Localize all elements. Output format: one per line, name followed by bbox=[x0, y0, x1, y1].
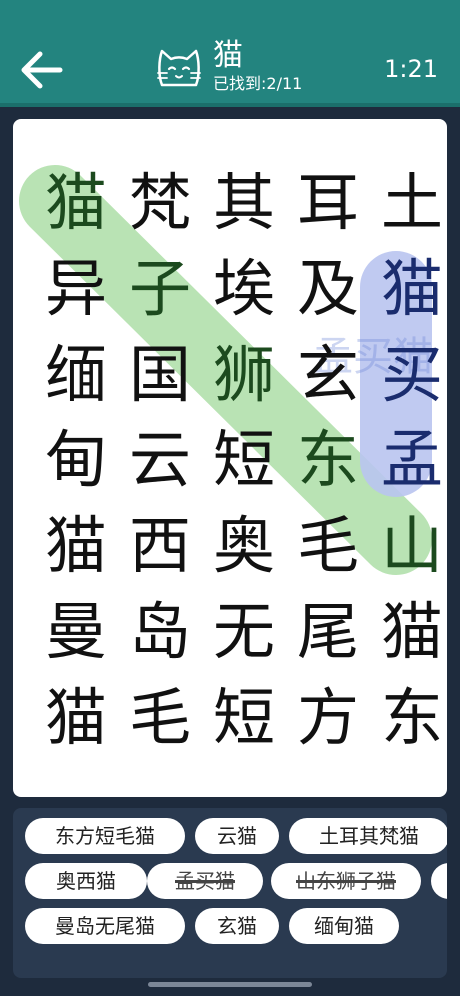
grid-cell[interactable]: 东 bbox=[369, 675, 447, 761]
word-chip: 曼岛无尾猫 bbox=[25, 908, 185, 944]
cat-face-icon bbox=[157, 49, 201, 87]
grid-cell[interactable]: 猫 bbox=[33, 160, 119, 246]
found-progress-label: 已找到: bbox=[213, 74, 267, 93]
grid-cell[interactable]: 短 bbox=[201, 417, 287, 503]
word-chip: 奥西猫 bbox=[25, 863, 147, 899]
category-title: 猫 bbox=[213, 38, 243, 73]
grid-cell[interactable]: 猫 bbox=[33, 675, 119, 761]
word-chip-label: 山东狮子猫 bbox=[296, 869, 396, 893]
grid-cell[interactable]: 玄 bbox=[285, 332, 371, 418]
grid-cell[interactable]: 耳 bbox=[285, 160, 371, 246]
grid-cell[interactable]: 曼 bbox=[33, 589, 119, 675]
found-progress-value: 2/11 bbox=[266, 74, 303, 93]
grid-cell[interactable]: 孟 bbox=[369, 417, 447, 503]
grid-cell[interactable]: 买 bbox=[369, 332, 447, 418]
word-chip-label: 奥西猫 bbox=[56, 869, 116, 893]
grid-cell[interactable]: 西 bbox=[117, 503, 203, 589]
grid-cell[interactable]: 猫 bbox=[369, 246, 447, 332]
grid-cell[interactable]: 短 bbox=[201, 675, 287, 761]
letter-grid[interactable]: 猫梵其耳土异子埃及猫缅国狮玄买甸云短东孟猫西奥毛山曼岛无尾猫猫毛短方东 bbox=[13, 119, 447, 797]
word-chip: 孟买猫 bbox=[147, 863, 263, 899]
word-chip: 土耳其梵猫 bbox=[289, 818, 447, 854]
word-chip-label: 曼岛无尾猫 bbox=[55, 914, 155, 938]
word-chip-label: 土耳其梵猫 bbox=[319, 824, 419, 848]
word-chip: 玄猫 bbox=[195, 908, 279, 944]
word-list-panel: 东方短毛猫 云猫 土耳其梵猫奥西猫 孟买猫 山东狮子猫曼岛无尾猫 玄猫 缅甸猫 bbox=[13, 808, 447, 978]
grid-cell[interactable]: 埃 bbox=[201, 246, 287, 332]
grid-cell[interactable]: 无 bbox=[201, 589, 287, 675]
found-progress: 已找到:2/11 bbox=[213, 74, 302, 94]
grid-cell[interactable]: 云 bbox=[117, 417, 203, 503]
grid-cell[interactable]: 山 bbox=[369, 503, 447, 589]
grid-cell[interactable]: 毛 bbox=[117, 675, 203, 761]
home-indicator[interactable] bbox=[148, 982, 312, 987]
grid-cell[interactable]: 狮 bbox=[201, 332, 287, 418]
letter-grid-board[interactable]: 孟买猫 猫梵其耳土异子埃及猫缅国狮玄买甸云短东孟猫西奥毛山曼岛无尾猫猫毛短方东 bbox=[13, 119, 447, 797]
timer: 1:21 bbox=[384, 55, 438, 83]
grid-cell[interactable]: 国 bbox=[117, 332, 203, 418]
grid-cell[interactable]: 毛 bbox=[285, 503, 371, 589]
word-chip-label: 云猫 bbox=[217, 824, 257, 848]
grid-cell[interactable]: 土 bbox=[369, 160, 447, 246]
grid-cell[interactable]: 甸 bbox=[33, 417, 119, 503]
grid-cell[interactable]: 猫 bbox=[33, 503, 119, 589]
grid-cell[interactable]: 子 bbox=[117, 246, 203, 332]
grid-cell[interactable]: 其 bbox=[201, 160, 287, 246]
grid-cell[interactable]: 尾 bbox=[285, 589, 371, 675]
word-chip-label: 东方短毛猫 bbox=[55, 824, 155, 848]
word-chip: 东方短毛猫 bbox=[25, 818, 185, 854]
grid-cell[interactable]: 奥 bbox=[201, 503, 287, 589]
word-chip-label: 缅甸猫 bbox=[314, 914, 374, 938]
grid-cell[interactable]: 方 bbox=[285, 675, 371, 761]
word-chip: 山东狮子猫 bbox=[271, 863, 421, 899]
word-chip: 缅甸猫 bbox=[289, 908, 399, 944]
word-chip: 云猫 bbox=[195, 818, 279, 854]
grid-cell[interactable]: 缅 bbox=[33, 332, 119, 418]
word-chip-label: 孟买猫 bbox=[175, 869, 235, 893]
word-chip bbox=[431, 863, 447, 899]
grid-cell[interactable]: 岛 bbox=[117, 589, 203, 675]
grid-cell[interactable]: 异 bbox=[33, 246, 119, 332]
grid-cell[interactable]: 梵 bbox=[117, 160, 203, 246]
back-arrow-icon[interactable] bbox=[18, 50, 64, 90]
top-bar: 猫 已找到:2/11 1:21 bbox=[0, 0, 460, 107]
grid-cell[interactable]: 东 bbox=[285, 417, 371, 503]
word-chip-label: 玄猫 bbox=[217, 914, 257, 938]
grid-cell[interactable]: 及 bbox=[285, 246, 371, 332]
grid-cell[interactable]: 猫 bbox=[369, 589, 447, 675]
